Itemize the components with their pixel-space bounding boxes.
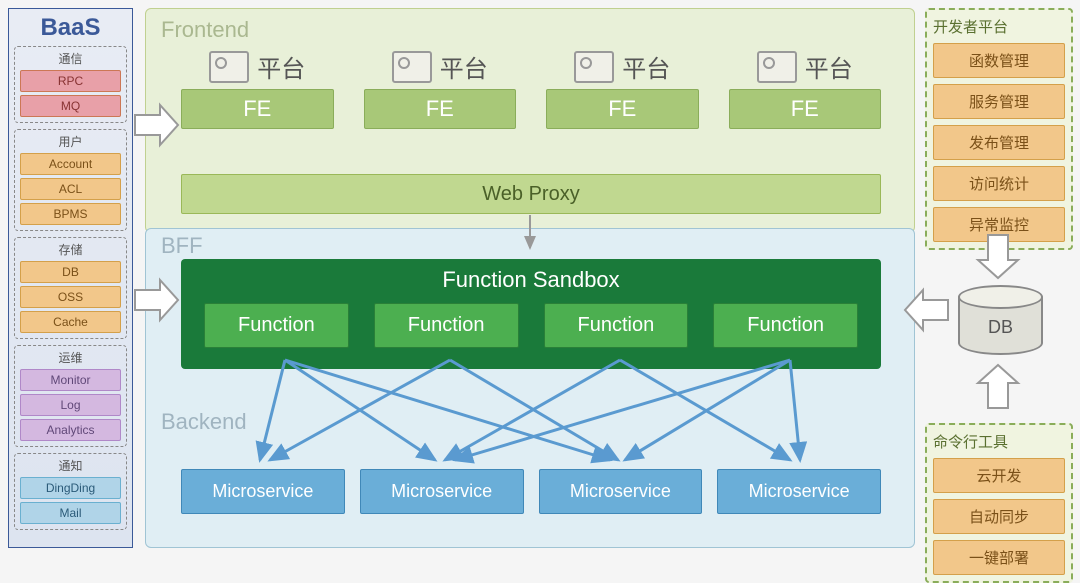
browser-icon [574,51,614,83]
microservice-box: Microservice [181,469,345,514]
platform: 平台 FE [729,49,882,129]
microservice-box: Microservice [717,469,881,514]
fe-box: FE [546,89,699,129]
baas-item: Mail [20,502,121,524]
platform-row: 平台 FE 平台 FE 平台 FE 平台 FE [181,49,881,129]
db-label: DB [958,317,1043,338]
platform-label: 平台 [622,49,670,84]
baas-item: Account [20,153,121,175]
group-title: 用户 [20,133,121,150]
baas-panel: BaaS 通信 RPC MQ 用户 Account ACL BPMS 存储 DB OSS Cache… [8,8,133,548]
right-column: 开发者平台 函数管理服务管理发布管理访问统计异常监控 命令行工具 云开发自动同步… [925,8,1073,250]
function-box: Function [204,303,349,348]
microservice-box: Microservice [360,469,524,514]
platform: 平台 FE [364,49,517,129]
baas-item: Log [20,394,121,416]
dev-platform-items: 函数管理服务管理发布管理访问统计异常监控 [933,43,1065,242]
function-box: Function [544,303,689,348]
cli-title: 命令行工具 [933,431,1065,452]
baas-item: ACL [20,178,121,200]
dev-platform-title: 开发者平台 [933,16,1065,37]
frontend-label: Frontend [161,17,249,43]
function-box: Function [713,303,858,348]
function-row: Function Function Function Function [189,303,873,348]
arrow-cli-to-db [978,365,1018,408]
microservice-box: Microservice [539,469,703,514]
cli-item: 云开发 [933,458,1065,493]
browser-icon [392,51,432,83]
group-title: 通信 [20,50,121,67]
function-sandbox: Function Sandbox FunctionFunctionFunctio… [181,259,881,369]
web-proxy: Web Proxy [181,174,881,214]
function-box: Function [374,303,519,348]
frontend-layer: Frontend 平台 FE 平台 FE 平台 FE 平台 FE Web Proxy [145,8,915,233]
baas-item: BPMS [20,203,121,225]
baas-item: Cache [20,311,121,333]
baas-item: DB [20,261,121,283]
sandbox-title: Function Sandbox [189,267,873,293]
dev-item: 发布管理 [933,125,1065,160]
fe-box: FE [729,89,882,129]
baas-item: RPC [20,70,121,92]
baas-groups: 通信 RPC MQ 用户 Account ACL BPMS 存储 DB OSS Cache 运维 Mon… [14,46,127,530]
baas-group: 用户 Account ACL BPMS [14,129,127,231]
group-title: 存储 [20,241,121,258]
baas-item: DingDing [20,477,121,499]
cli-item: 一键部署 [933,540,1065,575]
fe-box: FE [181,89,334,129]
backend-label: Backend [161,409,247,435]
cli-items: 云开发自动同步一键部署 [933,458,1065,575]
browser-icon [209,51,249,83]
baas-group: 通信 RPC MQ [14,46,127,123]
baas-item: Monitor [20,369,121,391]
dev-item: 函数管理 [933,43,1065,78]
baas-item: OSS [20,286,121,308]
platform-label: 平台 [257,49,305,84]
main-area: Frontend 平台FE平台FE平台FE平台FE Web Proxy BFF … [145,8,915,548]
baas-item: MQ [20,95,121,117]
cli-item: 自动同步 [933,499,1065,534]
baas-item: Analytics [20,419,121,441]
group-title: 运维 [20,349,121,366]
cli-panel: 命令行工具 云开发自动同步一键部署 [925,423,1073,583]
dev-item: 异常监控 [933,207,1065,242]
platform-label: 平台 [805,49,853,84]
microservice-row: Microservice Microservice Microservice Micr… [181,469,881,514]
browser-icon [757,51,797,83]
group-title: 通知 [20,457,121,474]
platform: 平台 FE [181,49,334,129]
dev-platform-panel: 开发者平台 函数管理服务管理发布管理访问统计异常监控 [925,8,1073,250]
fe-box: FE [364,89,517,129]
baas-group: 运维 Monitor Log Analytics [14,345,127,447]
dev-item: 访问统计 [933,166,1065,201]
baas-title: BaaS [14,14,127,42]
platform: 平台 FE [546,49,699,129]
platform-label: 平台 [440,49,488,84]
dev-item: 服务管理 [933,84,1065,119]
bff-layer: BFF Function Sandbox FunctionFunctionFun… [145,228,915,548]
baas-group: 通知 DingDing Mail [14,453,127,530]
baas-group: 存储 DB OSS Cache [14,237,127,339]
db-cylinder: DB [958,285,1043,355]
bff-label: BFF [161,233,203,259]
